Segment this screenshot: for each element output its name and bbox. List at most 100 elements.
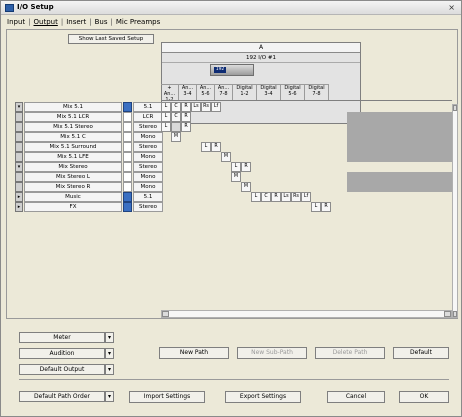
assignment-cell[interactable]: Lf [211, 102, 221, 112]
vertical-scrollbar[interactable] [452, 104, 458, 318]
export-settings-button[interactable]: Export Settings [225, 391, 301, 403]
path-name[interactable]: Mix 5.1 LFE [24, 152, 122, 162]
assignment-cell[interactable]: L [161, 102, 171, 112]
meter-menu-arrow-icon[interactable]: ▾ [105, 332, 114, 343]
path-active-icon[interactable] [123, 162, 132, 172]
ok-button[interactable]: OK [399, 391, 449, 403]
row-expand-icon[interactable] [15, 182, 23, 192]
row-expand-icon[interactable] [15, 172, 23, 182]
path-name[interactable]: Music [24, 192, 122, 202]
row-expand-icon[interactable]: ▾ [15, 162, 23, 172]
path-format: Stereo [133, 162, 163, 172]
tab-separator: | [60, 18, 64, 26]
path-name[interactable]: Mix Stereo [24, 162, 122, 172]
path-active-icon[interactable] [123, 202, 132, 212]
import-settings-button[interactable]: Import Settings [129, 391, 205, 403]
assignment-cell[interactable]: M [231, 172, 241, 182]
grid-row: LCR [161, 112, 452, 122]
default-path-order-menu[interactable]: Default Path Order [19, 391, 105, 402]
assignment-cell[interactable]: C [171, 102, 181, 112]
tab-output[interactable]: Output [34, 18, 58, 26]
assignment-cell[interactable]: R [181, 112, 191, 122]
meter-menu[interactable]: Meter [19, 332, 105, 343]
row-expand-icon[interactable] [15, 122, 23, 132]
path-active-icon[interactable] [123, 132, 132, 142]
audition-menu-arrow-icon[interactable]: ▾ [105, 348, 114, 359]
grid-shade [347, 132, 452, 142]
path-active-icon[interactable] [123, 172, 132, 182]
assignment-cell[interactable]: Lf [301, 192, 311, 202]
assignment-cell[interactable]: R [321, 202, 331, 212]
path-active-icon[interactable] [123, 152, 132, 162]
assignment-cell[interactable]: Rs [201, 102, 211, 112]
path-name[interactable]: Mix 5.1 C [24, 132, 122, 142]
row-expand-icon[interactable] [15, 142, 23, 152]
path-name[interactable]: FX [24, 202, 122, 212]
assignment-cell[interactable]: L [311, 202, 321, 212]
default-output-menu[interactable]: Default Output [19, 364, 105, 375]
assignment-cell[interactable]: R [181, 102, 191, 112]
assignment-cell[interactable]: R [211, 142, 221, 152]
row-expand-icon[interactable]: ▸ [15, 202, 23, 212]
assignment-cell[interactable]: Rs [291, 192, 301, 202]
assignment-cell[interactable]: M [241, 182, 251, 192]
interface-letter: A [162, 43, 360, 53]
delete-path-button[interactable]: Delete Path [315, 347, 385, 359]
tab-mic-preamps[interactable]: Mic Preamps [116, 18, 160, 26]
assignment-cell[interactable]: L [161, 112, 171, 122]
assignment-cell[interactable]: Ls [191, 102, 201, 112]
scroll-down-icon[interactable] [453, 311, 457, 317]
row-expand-icon[interactable] [15, 152, 23, 162]
path-name[interactable]: Mix 5.1 Stereo [24, 122, 122, 132]
window-title: I/O Setup [17, 3, 54, 11]
column-header: + An...1-2 [161, 84, 179, 103]
path-name[interactable]: Mix Stereo L [24, 172, 122, 182]
new-path-button[interactable]: New Path [159, 347, 229, 359]
path-active-icon[interactable] [123, 142, 132, 152]
row-expand-icon[interactable] [15, 132, 23, 142]
assignment-cell[interactable]: C [261, 192, 271, 202]
default-path-order-arrow-icon[interactable]: ▾ [105, 391, 114, 402]
assignment-cell[interactable]: Ls [281, 192, 291, 202]
scroll-left-icon[interactable] [162, 311, 169, 317]
grid-divider [161, 100, 452, 101]
scroll-up-icon[interactable] [453, 105, 457, 111]
assignment-cell[interactable]: L [161, 122, 171, 132]
path-name[interactable]: Mix Stereo R [24, 182, 122, 192]
close-icon[interactable]: × [448, 3, 455, 12]
tab-insert[interactable]: Insert [66, 18, 86, 26]
assignment-cell[interactable]: L [201, 142, 211, 152]
audition-menu[interactable]: Audition [19, 348, 105, 359]
row-expand-icon[interactable] [15, 112, 23, 122]
horizontal-scrollbar[interactable] [161, 310, 452, 318]
assignment-cell[interactable]: R [271, 192, 281, 202]
assignment-cell[interactable] [171, 122, 181, 132]
assignment-cell[interactable]: L [251, 192, 261, 202]
path-name[interactable]: Mix 5.1 [24, 102, 122, 112]
path-active-icon[interactable] [123, 192, 132, 202]
assignment-cell[interactable]: M [171, 132, 181, 142]
assignment-cell[interactable]: L [231, 162, 241, 172]
new-sub-path-button[interactable]: New Sub-Path [237, 347, 307, 359]
row-expand-icon[interactable]: ▾ [15, 102, 23, 112]
show-last-saved-setup-button[interactable]: Show Last Saved Setup [68, 34, 154, 44]
default-button[interactable]: Default [393, 347, 449, 359]
assignment-cell[interactable]: M [221, 152, 231, 162]
scroll-right-icon[interactable] [444, 311, 451, 317]
cancel-button[interactable]: Cancel [327, 391, 385, 403]
path-active-icon[interactable] [123, 182, 132, 192]
tab-bus[interactable]: Bus [95, 18, 108, 26]
assignment-cell[interactable]: C [171, 112, 181, 122]
path-format: Mono [133, 152, 163, 162]
assignment-cell[interactable]: R [181, 122, 191, 132]
path-active-icon[interactable] [123, 112, 132, 122]
default-output-menu-arrow-icon[interactable]: ▾ [105, 364, 114, 375]
tab-input[interactable]: Input [7, 18, 25, 26]
interface-name: 192 I/O #1 [162, 54, 360, 63]
path-name[interactable]: Mix 5.1 LCR [24, 112, 122, 122]
path-name[interactable]: Mix 5.1 Surround [24, 142, 122, 152]
row-expand-icon[interactable]: ▸ [15, 192, 23, 202]
path-active-icon[interactable] [123, 102, 132, 112]
assignment-cell[interactable]: R [241, 162, 251, 172]
path-active-icon[interactable] [123, 122, 132, 132]
